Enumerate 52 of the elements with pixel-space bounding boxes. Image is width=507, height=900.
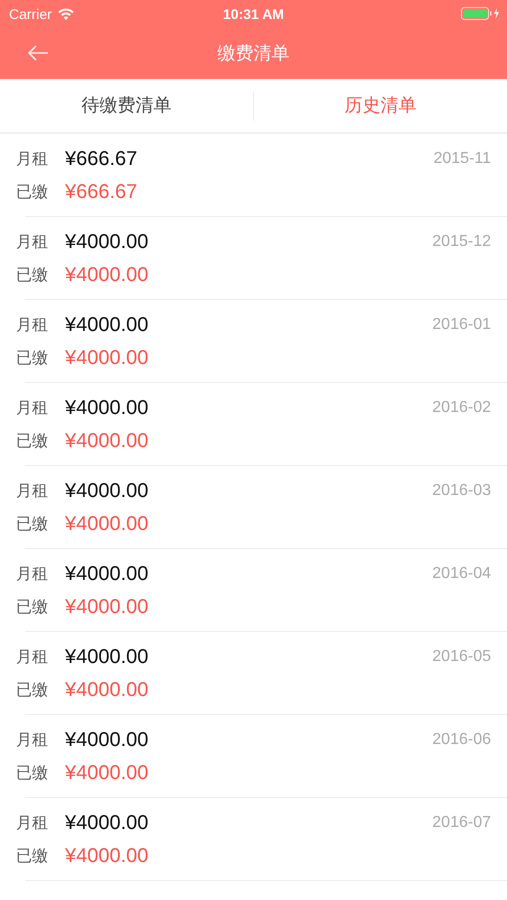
wifi-icon	[58, 8, 74, 20]
paid-label: 已缴	[16, 844, 49, 866]
paid-label: 已缴	[16, 678, 49, 700]
paid-amount: ¥4000.00	[65, 262, 148, 286]
rent-label: 月租	[16, 646, 49, 668]
rent-label: 月租	[16, 812, 49, 834]
rent-amount: ¥4000.00	[65, 562, 148, 586]
paid-label: 已缴	[16, 596, 49, 618]
rent-amount: ¥4000.00	[65, 230, 148, 254]
rent-amount: ¥4000.00	[65, 312, 148, 336]
rent-amount: ¥4000.00	[65, 644, 148, 668]
rent-label: 月租	[16, 728, 49, 750]
paid-label: 已缴	[16, 180, 49, 202]
paid-amount: ¥4000.00	[65, 678, 148, 702]
rent-amount: ¥4000.00	[65, 478, 148, 502]
paid-label: 已缴	[16, 512, 49, 534]
rent-label: 月租	[16, 396, 49, 418]
bill-month: 2016-04	[432, 564, 491, 584]
paid-label: 已缴	[16, 264, 49, 286]
bill-month: 2015-12	[432, 232, 491, 252]
rent-amount: ¥666.67	[65, 146, 138, 170]
status-time: 10:31 AM	[223, 6, 284, 22]
paid-label: 已缴	[16, 430, 49, 452]
rent-label: 月租	[16, 314, 49, 336]
bill-month: 2016-05	[432, 646, 491, 666]
rent-label: 月租	[16, 230, 49, 252]
bill-month: 2016-03	[432, 480, 491, 500]
page-title: 缴费清单	[218, 42, 290, 65]
rent-label: 月租	[16, 562, 49, 584]
bill-month: 2016-02	[432, 398, 491, 418]
bill-month: 2016-06	[432, 730, 491, 750]
paid-label: 已缴	[16, 762, 49, 784]
bill-month: 2015-11	[433, 148, 491, 168]
rent-label: 月租	[16, 480, 49, 502]
paid-label: 已缴	[16, 346, 49, 368]
battery-icon	[461, 7, 501, 20]
rent-amount: ¥4000.00	[65, 728, 148, 752]
carrier-name: Carrier	[9, 6, 52, 22]
bill-month: 2016-07	[432, 812, 491, 832]
rent-amount: ¥4000.00	[65, 810, 148, 834]
tab[interactable]: 待缴费清单	[0, 79, 253, 132]
bill-month: 2016-01	[432, 314, 491, 334]
paid-amount: ¥666.67	[65, 180, 138, 204]
paid-amount: ¥4000.00	[65, 594, 148, 618]
paid-amount: ¥4000.00	[65, 512, 148, 536]
paid-amount: ¥4000.00	[65, 760, 148, 784]
rent-label: 月租	[16, 148, 49, 170]
paid-amount: ¥4000.00	[65, 844, 148, 868]
back-arrow-icon[interactable]	[27, 45, 49, 61]
rent-amount: ¥4000.00	[65, 396, 148, 420]
paid-amount: ¥4000.00	[65, 428, 148, 452]
paid-amount: ¥4000.00	[65, 346, 148, 370]
